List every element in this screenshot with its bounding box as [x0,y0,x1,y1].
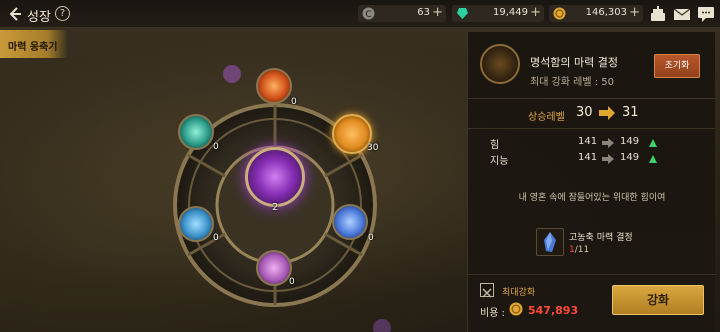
gold-coin-icon [509,302,523,316]
currency-gold-plus-button[interactable]: + [629,5,640,20]
cake-icon[interactable] [648,4,668,24]
material-count: 1/11 [569,245,589,255]
currency-gold: 146,303 + [549,5,643,22]
node-bottom[interactable] [256,250,292,286]
divider [468,128,716,129]
node-upper-right[interactable] [332,114,372,154]
node-lower-left[interactable] [178,206,214,242]
currency-c-plus-button[interactable]: + [432,5,443,20]
stat-to-int: 149 [620,152,640,163]
level-to: 31 [622,105,639,120]
currency-gem-value: 19,449 [493,7,528,18]
blue-crystal-icon [544,232,556,252]
max-enhance-checkbox[interactable] [480,283,494,298]
node-upper-left-level: 0 [213,142,219,152]
back-arrow-icon[interactable] [6,5,24,23]
node-lower-right-level: 0 [368,233,374,243]
currency-gold-value: 146,303 [585,7,627,18]
detail-panel: 명석함의 마력 결정 최대 강화 레벨 : 50 초기화 상승레벨 30 31 … [467,32,716,332]
up-triangle-icon [649,155,657,163]
x-mark-icon [482,288,492,298]
stat-name-str: 힘 [490,140,500,151]
max-enhance-label: 최대강화 [502,288,536,298]
page-title: 성장 [27,10,51,25]
node-bottom-level: 0 [289,277,295,287]
tab-mana-condenser[interactable]: 마력 응축기 [0,30,68,58]
stat-from-str: 141 [578,136,598,147]
stat-to-str: 149 [620,136,640,147]
currency-c-value: 63 [417,7,430,18]
chat-icon[interactable] [696,4,716,24]
divider [468,98,716,99]
node-lower-right[interactable] [332,204,368,240]
item-max-level: 최대 강화 레벨 : 50 [530,77,615,88]
material-name: 고농축 마력 결정 [569,233,633,243]
top-bar: 성장 ? C 63 + 19,449 + 146,303 + [0,0,720,28]
node-upper-right-level: 30 [367,143,379,153]
arrow-right-icon [599,106,615,120]
divider [468,274,716,275]
flavor-text: 내 영혼 속에 잠들어있는 위대한 힘이여 [518,193,666,203]
svg-text:C: C [365,10,371,20]
stat-from-int: 141 [578,152,598,163]
gold-coin-icon [553,7,566,20]
stat-name-int: 지능 [490,156,509,167]
green-gem-icon [457,8,468,19]
level-up-label: 상승레벨 [528,112,565,123]
node-top-level: 0 [291,97,297,107]
enhance-button[interactable]: 강화 [612,285,704,315]
reset-button[interactable]: 초기화 [654,54,700,78]
node-top[interactable] [256,68,292,104]
item-name: 명석함의 마력 결정 [530,56,618,69]
currency-gem-plus-button[interactable]: + [530,5,541,20]
cost-label: 비용 : [480,308,505,319]
currency-c: C 63 + [358,5,446,22]
material-need: /11 [574,245,590,255]
help-icon[interactable]: ? [55,6,70,21]
center-level: 2 [272,202,279,213]
cost-value: 547,893 [528,304,579,317]
item-crystal-icon [480,44,520,84]
mail-icon[interactable] [672,4,692,24]
up-triangle-icon [649,139,657,147]
level-from: 30 [576,105,593,120]
material-icon[interactable] [536,228,564,256]
coin-c-icon: C [362,7,375,20]
node-upper-left[interactable] [178,114,214,150]
arrow-right-icon [602,154,614,164]
center-core[interactable] [245,147,305,207]
node-lower-left-level: 0 [213,233,219,243]
currency-gem: 19,449 + [452,5,544,22]
mana-wheel: 2 0 30 0 0 0 0 [160,62,400,332]
arrow-right-icon [602,138,614,148]
